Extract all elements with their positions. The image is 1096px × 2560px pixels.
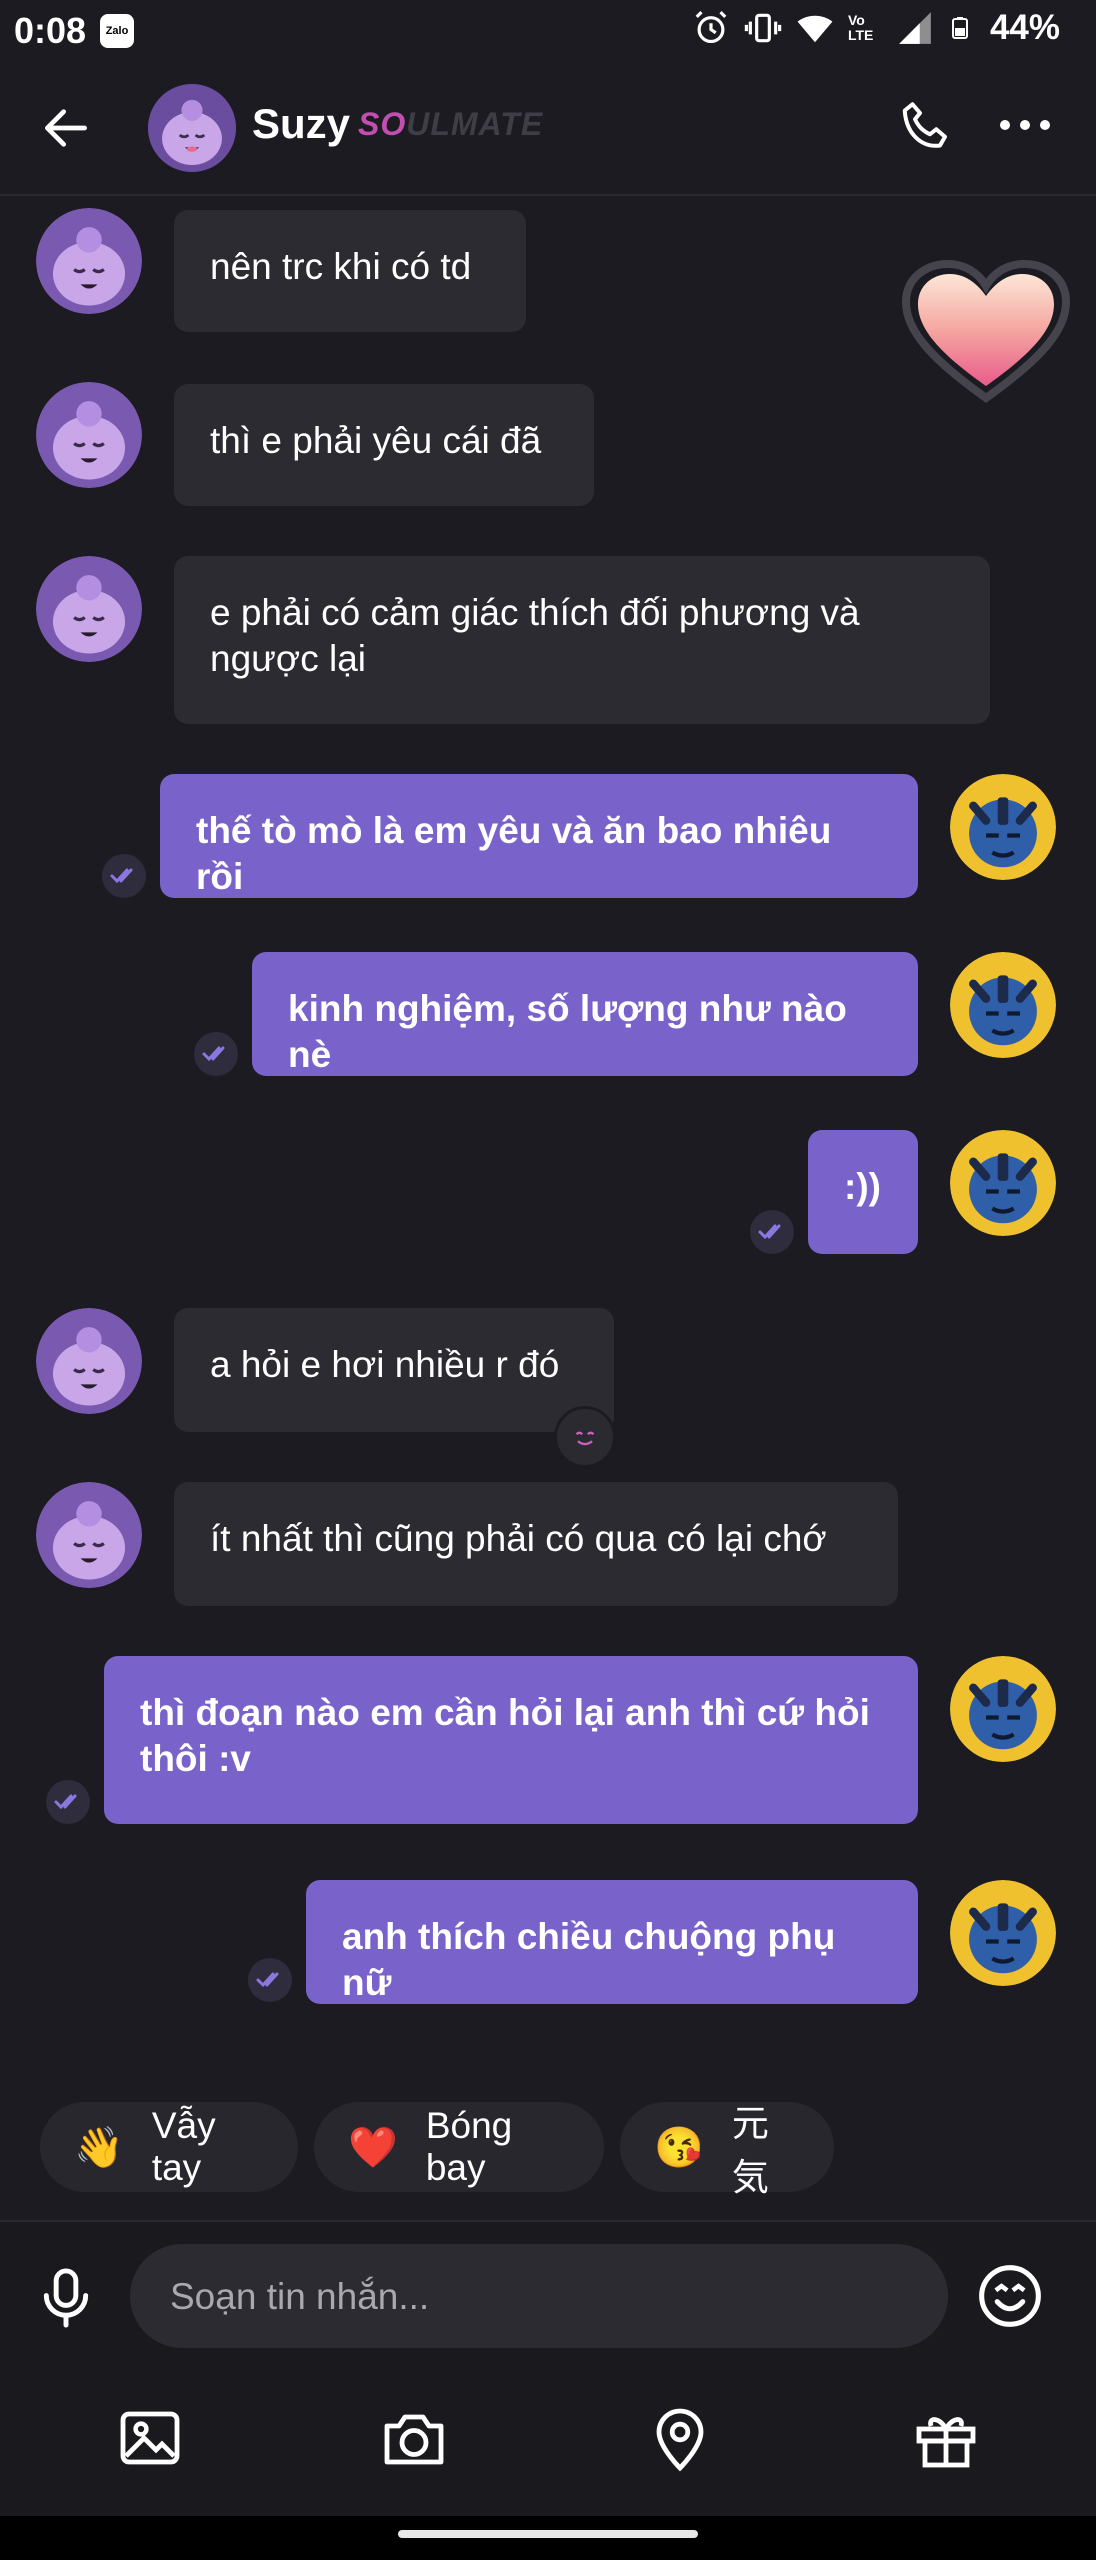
quick-reply-genki[interactable]: 😘 元気: [620, 2102, 834, 2198]
incoming-message[interactable]: a hỏi e hơi nhiều r đó: [174, 1308, 614, 1432]
home-handle[interactable]: [398, 2530, 698, 2538]
contact-name[interactable]: Suzy: [252, 100, 350, 148]
status-bar: 0:08 Zalo Vo LTE 44%: [0, 0, 1096, 60]
quick-reply-label: Bóng bay: [425, 2105, 513, 2188]
incoming-message[interactable]: nên trc khi có td: [174, 210, 526, 332]
vibrate-icon: [744, 13, 782, 43]
contact-avatar[interactable]: [36, 382, 142, 488]
outgoing-message[interactable]: anh thích chiều chuộng phụ nữ: [306, 1880, 918, 2004]
location-icon[interactable]: [644, 2402, 716, 2474]
heart-icon[interactable]: [900, 258, 1072, 408]
contact-avatar[interactable]: [36, 1308, 142, 1414]
battery-percent: 44%: [989, 8, 1060, 47]
wave-icon: 👋: [74, 2125, 124, 2170]
clock: 0:08: [14, 10, 87, 51]
my-avatar[interactable]: [950, 774, 1056, 880]
soulmate-badge-prefix: SO: [358, 106, 407, 142]
message-input[interactable]: Soạn tin nhắn...: [130, 2244, 948, 2348]
my-avatar[interactable]: [950, 1656, 1056, 1762]
read-check-icon: [46, 1780, 90, 1824]
status-icons: Vo LTE 44%: [692, 8, 1060, 48]
heart-emoji-icon: ❤️: [348, 2125, 398, 2170]
contact-avatar[interactable]: [148, 84, 236, 172]
read-check-icon: [194, 1032, 238, 1076]
chat-header: Suzy SOULMATE: [0, 60, 1096, 196]
read-check-icon: [102, 854, 146, 898]
quick-reply-wave[interactable]: 👋 Vẫy tay: [40, 2102, 298, 2192]
back-arrow-icon[interactable]: [38, 100, 94, 156]
battery-icon: [951, 17, 968, 39]
incoming-message[interactable]: e phải có cảm giác thích đối phương và n…: [174, 556, 990, 724]
my-avatar[interactable]: [950, 1880, 1056, 1986]
my-avatar[interactable]: [950, 952, 1056, 1058]
read-check-icon: [248, 1958, 292, 2002]
emoji-icon[interactable]: [976, 2262, 1044, 2330]
contact-avatar[interactable]: [36, 208, 142, 314]
network-type: Vo LTE: [847, 12, 874, 43]
incoming-message[interactable]: thì e phải yêu cái đã: [174, 384, 594, 506]
gift-icon[interactable]: [910, 2402, 982, 2474]
outgoing-message[interactable]: thế tò mò là em yêu và ăn bao nhiêu rồi: [160, 774, 918, 898]
wifi-icon: [797, 15, 833, 43]
signal-icon: [899, 12, 931, 44]
phone-icon[interactable]: [896, 98, 956, 158]
more-icon[interactable]: [1000, 120, 1050, 130]
outgoing-message[interactable]: thì đoạn nào em cần hỏi lại anh thì cứ h…: [104, 1656, 918, 1824]
soulmate-badge: SOULMATE: [358, 106, 543, 143]
mic-icon[interactable]: [36, 2266, 96, 2330]
image-icon[interactable]: [114, 2402, 186, 2474]
zalo-notification-icon: Zalo: [100, 14, 134, 48]
outgoing-message[interactable]: :)): [808, 1130, 918, 1254]
camera-icon[interactable]: [378, 2402, 450, 2474]
composer-bar: Soạn tin nhắn...: [0, 2220, 1096, 2362]
message-input-placeholder: Soạn tin nhắn...: [170, 2276, 430, 2317]
outgoing-message[interactable]: kinh nghiệm, số lượng như nào nè: [252, 952, 918, 1076]
quick-reply-label: 元気: [731, 2103, 769, 2198]
read-check-icon: [750, 1210, 794, 1254]
soulmate-badge-suffix: ULMATE: [406, 106, 544, 142]
kiss-emoji-icon: 😘: [654, 2125, 704, 2170]
attachment-toolbar: [0, 2360, 1096, 2516]
reaction-smile-icon[interactable]: [554, 1406, 616, 1468]
gesture-nav-bar: [0, 2516, 1096, 2560]
my-avatar[interactable]: [950, 1130, 1056, 1236]
incoming-message[interactable]: ít nhất thì cũng phải có qua có lại chớ: [174, 1482, 898, 1606]
quick-reply-label: Vẫy tay: [151, 2105, 216, 2188]
contact-avatar[interactable]: [36, 1482, 142, 1588]
quick-reply-balloon[interactable]: ❤️ Bóng bay: [314, 2102, 604, 2192]
alarm-icon: [695, 11, 727, 44]
contact-avatar[interactable]: [36, 556, 142, 662]
